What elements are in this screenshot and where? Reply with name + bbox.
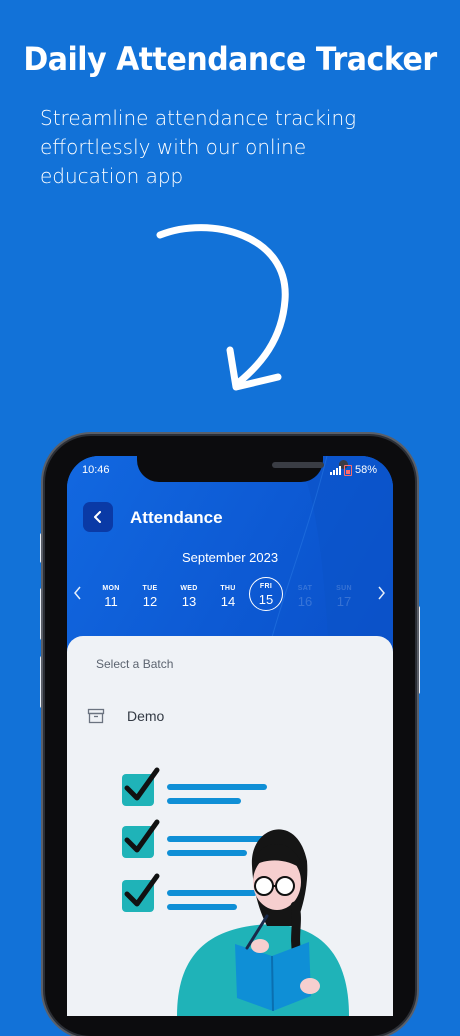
checklist-illustration (122, 767, 349, 1016)
promo-subtitle: Streamline attendance tracking effortles… (40, 106, 357, 188)
archive-icon (87, 708, 105, 724)
day-tue[interactable]: TUE 12 (133, 580, 167, 614)
batch-item-demo[interactable]: Demo (87, 708, 164, 724)
prev-week-button[interactable] (73, 586, 83, 605)
status-time: 10:46 (82, 464, 110, 476)
batch-section-label: Select a Batch (96, 657, 174, 671)
day-label: THU (220, 585, 236, 592)
month-label: September 2023 (181, 550, 279, 565)
day-number: 17 (336, 594, 352, 609)
curved-arrow-icon (156, 224, 289, 391)
chevron-right-icon (378, 586, 385, 600)
day-label: MON (102, 585, 120, 592)
day-wed[interactable]: WED 13 (172, 580, 206, 614)
battery-icon (343, 464, 352, 476)
day-number: 11 (104, 594, 118, 609)
batch-sheet: Select a Batch Demo (67, 636, 393, 1016)
speaker (272, 462, 324, 468)
day-mon[interactable]: MON 11 (94, 580, 128, 614)
chevron-left-icon (74, 586, 81, 600)
phone-screen: 10:46 58% Attendance September 2023 MON … (67, 456, 393, 1016)
batch-name: Demo (127, 708, 165, 724)
battery-percent: 58% (354, 464, 377, 476)
day-number: 12 (142, 594, 158, 609)
day-thu[interactable]: THU 14 (211, 580, 245, 614)
day-number: 15 (258, 592, 274, 607)
chevron-left-icon (94, 511, 101, 523)
signal-icon (329, 465, 341, 475)
day-label: WED (180, 585, 198, 592)
day-number: 14 (220, 594, 236, 609)
day-number: 13 (181, 594, 197, 609)
day-sat: SAT 16 (288, 580, 322, 614)
day-label: SUN (336, 585, 352, 592)
day-fri-selected[interactable]: FRI 15 (249, 577, 283, 611)
day-label: TUE (142, 585, 158, 592)
promo-title: Daily Attendance Tracker (23, 40, 437, 79)
camera-notch (137, 456, 348, 482)
day-label: FRI (259, 583, 273, 590)
page-title: Attendance (130, 508, 223, 527)
day-number: 16 (297, 594, 313, 609)
back-button[interactable] (83, 502, 113, 532)
week-strip: MON 11 TUE 12 WED 13 THU 14 FRI 15 SAT 1… (91, 577, 371, 620)
phone-power-button (415, 606, 420, 694)
day-sun: SUN 17 (327, 580, 361, 614)
status-icons: 58% (329, 464, 377, 476)
day-label: SAT (297, 585, 313, 592)
next-week-button[interactable] (376, 586, 386, 605)
